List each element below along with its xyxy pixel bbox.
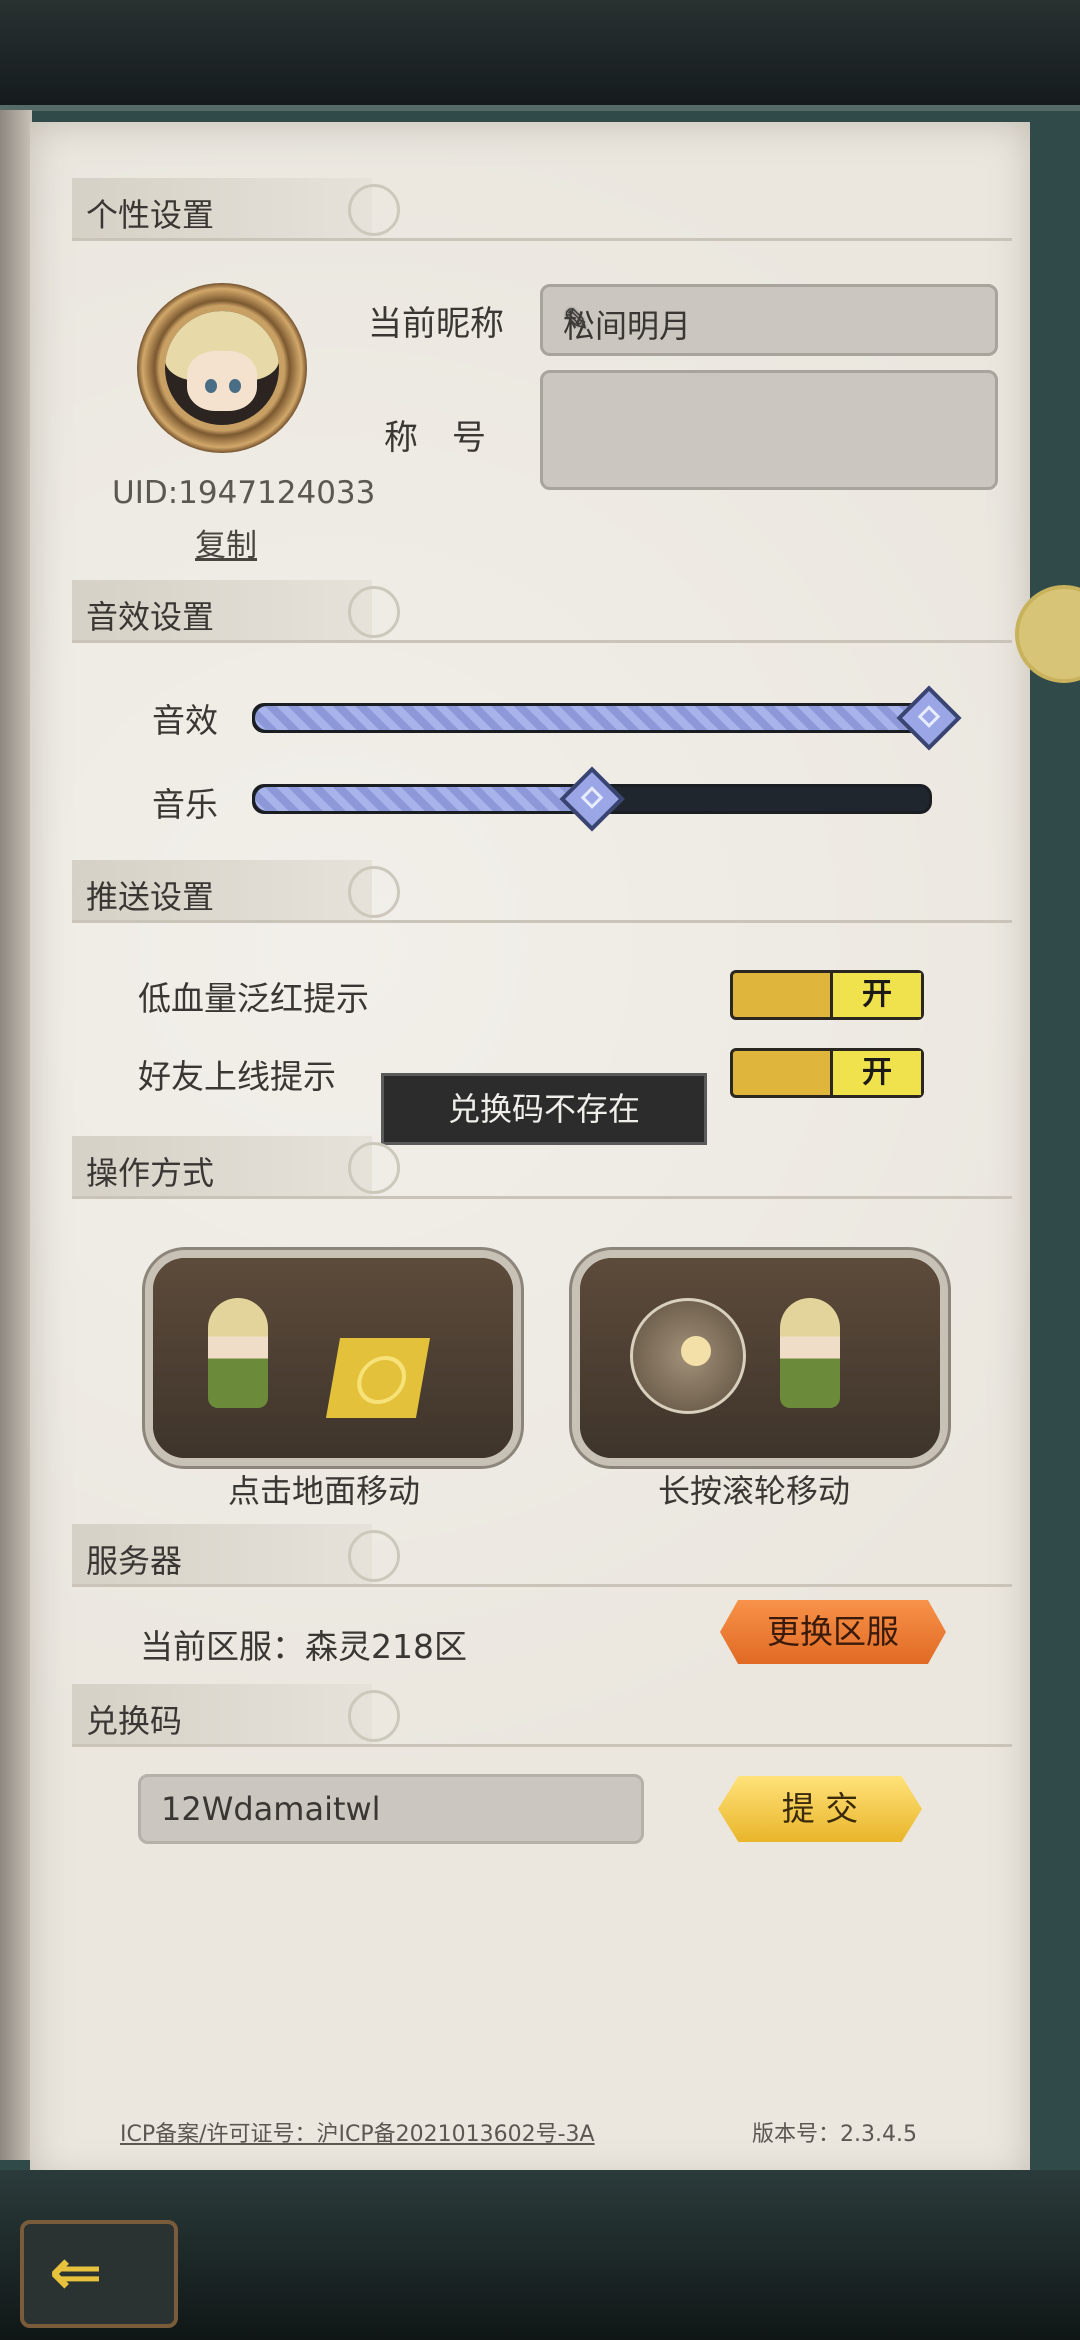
nickname-label: 当前昵称: [368, 304, 504, 344]
book-spine: [0, 110, 32, 2160]
section-header-personal: 个性设置: [72, 178, 1012, 244]
control-caption: 长按滚轮移动: [658, 1472, 851, 1510]
title-field[interactable]: [540, 370, 998, 490]
effect-label: 音效: [152, 701, 218, 740]
section-title: 操作方式: [86, 1154, 215, 1192]
music-label: 音乐: [152, 785, 218, 824]
redeem-code-input[interactable]: 12Wdamaitwl: [138, 1774, 644, 1844]
icp-link[interactable]: ICP备案/许可证号：沪ICP备2021013602号-3A: [120, 2116, 595, 2148]
uid-text: UID:1947124033: [112, 475, 376, 511]
submit-button[interactable]: 提 交: [718, 1776, 922, 1842]
section-header-redeem: 兑换码: [72, 1684, 1012, 1750]
feather-icon[interactable]: ✎: [563, 301, 981, 339]
music-slider-fill: [255, 787, 592, 811]
current-server: 当前区服：森灵218区: [140, 1627, 467, 1666]
change-server-button[interactable]: 更换区服: [720, 1600, 946, 1664]
tap-target-icon: [325, 1338, 431, 1418]
section-title: 个性设置: [86, 196, 215, 234]
section-header-sound: 音效设置: [72, 580, 1012, 646]
toast-message: 兑换码不存在: [381, 1073, 707, 1145]
section-title: 服务器: [86, 1542, 183, 1580]
effect-slider[interactable]: [252, 703, 932, 733]
section-title: 推送设置: [86, 878, 215, 916]
version-text: 版本号：2.3.4.5: [752, 2122, 917, 2147]
back-arrow-icon: ⇐: [49, 2236, 103, 2310]
hero-figure: [780, 1298, 840, 1408]
section-title: 兑换码: [86, 1702, 183, 1740]
nickname-field[interactable]: 松间明月 ✎: [540, 284, 998, 356]
friend-online-toggle[interactable]: 开: [730, 1048, 924, 1098]
section-header-control: 操作方式: [72, 1136, 1012, 1202]
control-option-joystick[interactable]: [572, 1250, 948, 1466]
copy-uid-link[interactable]: 复制: [195, 520, 257, 565]
push-item-label: 低血量泛红提示: [138, 979, 369, 1018]
title-label: 称 号: [384, 418, 486, 458]
control-caption: 点击地面移动: [228, 1472, 421, 1510]
toggle-state: 开: [830, 1051, 921, 1095]
section-title: 音效设置: [86, 598, 215, 636]
back-button[interactable]: ⇐: [20, 2220, 178, 2328]
hero-figure: [208, 1298, 268, 1408]
section-header-push: 推送设置: [72, 860, 1012, 926]
top-frame: [0, 0, 1080, 110]
control-option-tap[interactable]: [145, 1250, 521, 1466]
joystick-icon: [630, 1298, 746, 1414]
section-header-server: 服务器: [72, 1524, 1012, 1590]
avatar[interactable]: [165, 311, 279, 425]
push-item-label: 好友上线提示: [138, 1057, 336, 1096]
low-hp-toggle[interactable]: 开: [730, 970, 924, 1020]
effect-slider-fill: [255, 706, 929, 730]
toggle-state: 开: [830, 973, 921, 1017]
